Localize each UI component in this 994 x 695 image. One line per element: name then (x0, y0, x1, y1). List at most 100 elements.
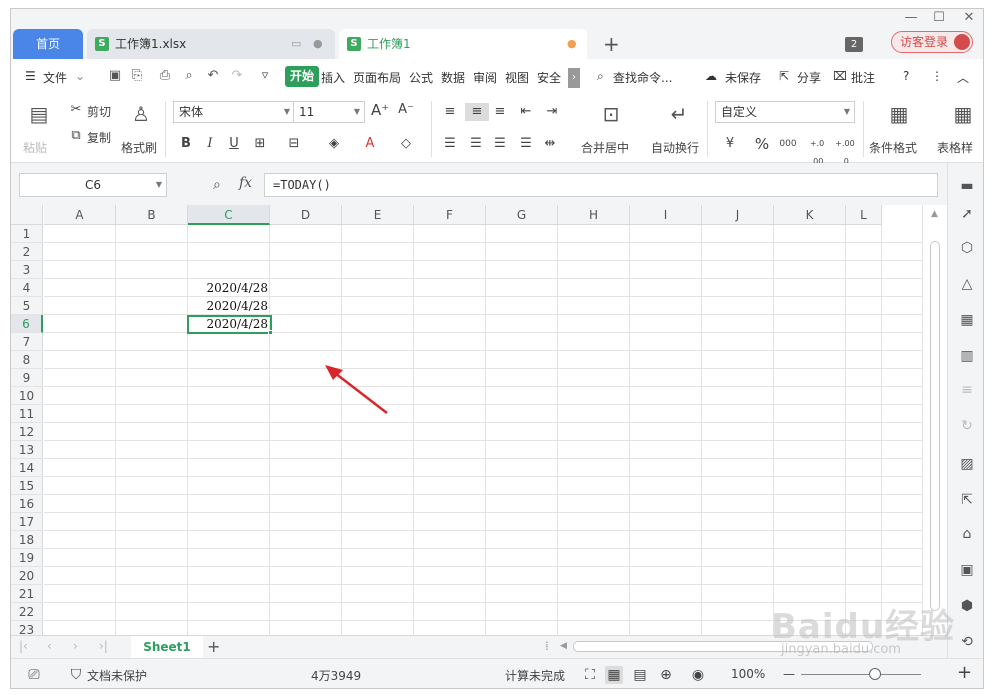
row-header-18[interactable]: 18 (11, 531, 43, 549)
row-header-14[interactable]: 14 (11, 459, 43, 477)
conditional-format-icon[interactable]: ▦ (885, 101, 913, 127)
align-right-icon[interactable]: ☰ (491, 135, 509, 153)
merge-center-button[interactable]: 合并居中 (581, 139, 629, 156)
row-header-5[interactable]: 5 (11, 297, 43, 315)
chevron-down-icon[interactable]: ⌄ (75, 69, 85, 83)
menu-review[interactable]: 审阅 (473, 69, 497, 86)
scroll-left-icon[interactable]: ◀ (560, 641, 567, 651)
menu-security[interactable]: 安全 (537, 69, 561, 86)
wrap-text-icon[interactable]: ↵ (665, 101, 693, 127)
font-grow-icon[interactable]: A⁺ (371, 101, 389, 119)
column-header-E[interactable]: E (342, 205, 414, 225)
paste-icon[interactable]: ▤ (25, 101, 53, 127)
prev-sheet-icon[interactable]: ‹ (47, 639, 52, 653)
style-icon[interactable]: △ (958, 275, 976, 293)
italic-icon[interactable]: I (201, 135, 219, 153)
font-size-select[interactable]: 11 ▼ (293, 101, 365, 123)
zoom-level[interactable]: 100% (731, 667, 765, 681)
tab-workbook-active[interactable]: S 工作簿1 ● (339, 29, 587, 59)
table-style-button[interactable]: 表格样 (937, 139, 973, 156)
vertical-scrollbar[interactable]: ▲ (922, 205, 947, 635)
table-style-icon[interactable]: ▦ (949, 101, 977, 127)
row-header-22[interactable]: 22 (11, 603, 43, 621)
window-count-badge[interactable]: 2 (845, 37, 863, 52)
row-header-3[interactable]: 3 (11, 261, 43, 279)
row-header-7[interactable]: 7 (11, 333, 43, 351)
zoom-in-button[interactable]: + (957, 662, 972, 683)
add-sheet-button[interactable]: + (207, 636, 220, 658)
format-painter-icon[interactable]: ♙ (127, 101, 155, 127)
align-bottom-icon[interactable]: ≡ (491, 103, 509, 121)
annotate-icon[interactable]: ⌧ (833, 69, 847, 83)
align-top-icon[interactable]: ≡ (441, 103, 459, 121)
hamburger-icon[interactable]: ☰ (25, 69, 36, 83)
justify-icon[interactable]: ☰ (517, 135, 535, 153)
minimize-button[interactable]: — (904, 11, 918, 25)
normal-view-icon[interactable]: ▦ (605, 666, 623, 684)
row-header-13[interactable]: 13 (11, 441, 43, 459)
export-icon[interactable]: ⎘ (129, 68, 145, 84)
spreadsheet-grid[interactable]: A B C D E F G H I J K L 1 2 3 4 5 6 7 8 9 10 11 12 13 14 15 16 17 18 1… (11, 205, 922, 635)
pointer-icon[interactable]: ➚ (958, 205, 976, 223)
print-icon[interactable]: ⎙ (157, 68, 173, 84)
strikethrough-icon[interactable]: ⊟ (285, 135, 303, 153)
print-preview-icon[interactable]: ⌕ (181, 68, 197, 84)
document-protection-status[interactable]: 文档未保护 (87, 667, 147, 684)
cell-c4[interactable]: 2020/4/28 (189, 279, 271, 297)
zoom-slider-knob[interactable] (869, 668, 881, 680)
formula-input[interactable]: =TODAY() (264, 173, 938, 197)
fill-handle[interactable] (268, 330, 273, 335)
scroll-up-icon[interactable]: ▲ (931, 209, 938, 219)
menu-formula[interactable]: 公式 (409, 69, 433, 86)
column-header-F[interactable]: F (414, 205, 486, 225)
underline-icon[interactable]: U (225, 135, 243, 153)
font-color-icon[interactable]: A (361, 135, 379, 153)
decrease-decimal-button[interactable]: +.00 .0 (833, 135, 857, 166)
menu-data[interactable]: 数据 (441, 69, 465, 86)
font-shrink-icon[interactable]: A⁻ (397, 101, 415, 119)
percent-button[interactable]: % (753, 135, 771, 153)
refresh-icon[interactable]: ↻ (958, 417, 976, 435)
image-icon[interactable]: ▣ (958, 561, 976, 579)
menu-view[interactable]: 视图 (505, 69, 529, 86)
next-sheet-icon[interactable]: › (73, 639, 78, 653)
settings-sliders-icon[interactable]: ≡ (958, 381, 976, 399)
row-header-17[interactable]: 17 (11, 513, 43, 531)
row-header-20[interactable]: 20 (11, 567, 43, 585)
menu-file[interactable]: 文件 (43, 69, 67, 86)
apps-icon[interactable]: ▦ (958, 311, 976, 329)
unsaved-status[interactable]: 未保存 (725, 69, 761, 86)
share-button[interactable]: 分享 (797, 69, 821, 86)
shapes-icon[interactable]: ⬡ (958, 239, 976, 257)
name-box[interactable]: C6 ▼ (19, 173, 167, 197)
copy-button[interactable]: 复制 (87, 129, 111, 146)
menu-more-arrow[interactable]: › (568, 68, 580, 88)
active-cell-outline[interactable] (187, 315, 272, 334)
conditional-format-button[interactable]: 条件格式 (869, 139, 917, 156)
select-all-corner[interactable] (11, 205, 43, 225)
quick-access-dropdown-icon[interactable]: ▿ (257, 68, 273, 84)
row-header-6[interactable]: 6 (11, 315, 43, 333)
page-break-view-icon[interactable]: ▤ (631, 666, 649, 684)
first-sheet-icon[interactable]: |‹ (19, 639, 28, 653)
row-header-9[interactable]: 9 (11, 369, 43, 387)
merge-center-icon[interactable]: ⊡ (597, 101, 625, 127)
row-header-4[interactable]: 4 (11, 279, 43, 297)
collapse-sidebar-icon[interactable]: ▬ (958, 177, 976, 195)
column-header-C[interactable]: C (188, 205, 270, 225)
row-header-19[interactable]: 19 (11, 549, 43, 567)
align-center-icon[interactable]: ☰ (467, 135, 485, 153)
zoom-out-button[interactable]: — (783, 667, 795, 681)
redo-icon[interactable]: ↷ (229, 68, 245, 84)
menu-start[interactable]: 开始 (285, 66, 320, 87)
cloud-icon[interactable]: ☁ (705, 69, 717, 83)
maximize-button[interactable]: ☐ (932, 11, 946, 25)
annotate-button[interactable]: 批注 (851, 69, 875, 86)
indent-decrease-icon[interactable]: ⇤ (517, 103, 535, 121)
number-format-select[interactable]: 自定义 ▼ (715, 101, 855, 123)
row-header-23[interactable]: 23 (11, 621, 43, 635)
column-header-D[interactable]: D (270, 205, 342, 225)
undo-icon[interactable]: ↶ (205, 68, 221, 84)
zoom-slider[interactable] (801, 674, 921, 675)
row-header-2[interactable]: 2 (11, 243, 43, 261)
